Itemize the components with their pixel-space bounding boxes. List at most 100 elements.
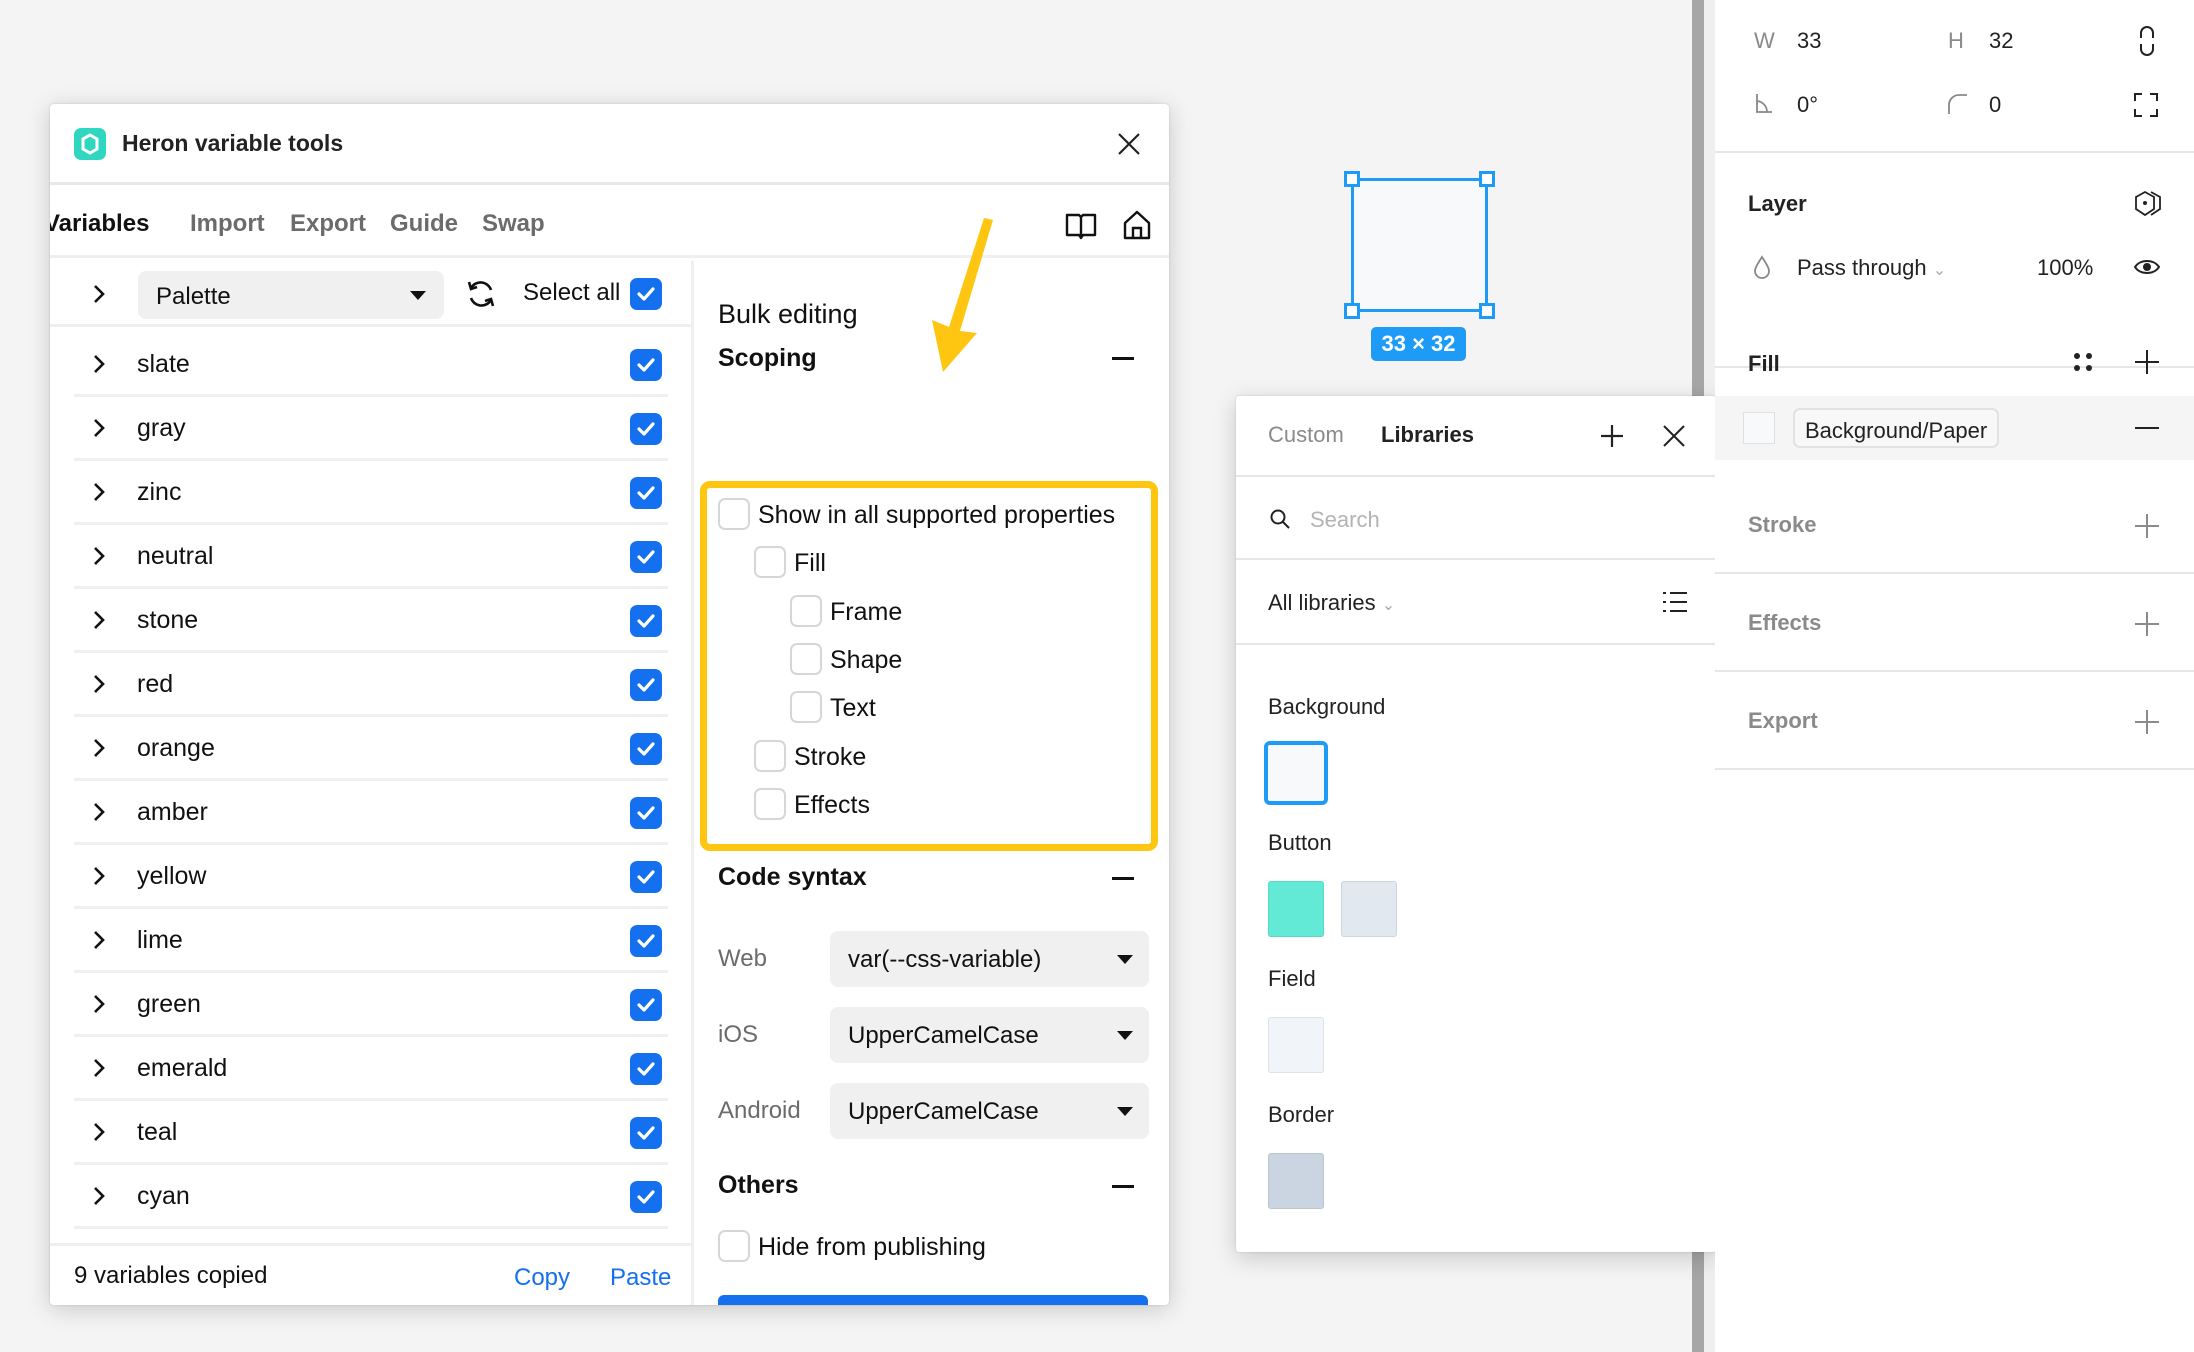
- scope-checkbox[interactable]: [790, 643, 822, 675]
- add-export-button[interactable]: [2135, 710, 2159, 734]
- web-syntax-select[interactable]: var(--css-variable): [830, 931, 1149, 987]
- style-library-dots-icon[interactable]: [2071, 350, 2095, 374]
- variable-group-row[interactable]: slate: [74, 333, 668, 397]
- chevron-right-icon[interactable]: [92, 801, 106, 823]
- paste-button[interactable]: Paste: [610, 1264, 671, 1292]
- chevron-right-icon[interactable]: [92, 737, 106, 759]
- scope-checkbox[interactable]: [790, 691, 822, 723]
- fill-row[interactable]: Background/Paper: [1715, 396, 2194, 460]
- selected-rectangle[interactable]: [1344, 171, 1495, 319]
- variable-group-row[interactable]: orange: [74, 717, 668, 781]
- variable-group-checkbox[interactable]: [630, 477, 662, 509]
- variable-group-checkbox[interactable]: [630, 797, 662, 829]
- chevron-right-icon[interactable]: [92, 993, 106, 1015]
- libraries-search-input[interactable]: [1310, 503, 1670, 537]
- variable-group-checkbox[interactable]: [630, 669, 662, 701]
- tab-guide[interactable]: Guide: [390, 210, 458, 238]
- scope-checkbox[interactable]: [718, 498, 750, 530]
- variable-group-row[interactable]: emerald: [74, 1037, 668, 1101]
- add-effect-button[interactable]: [2135, 612, 2159, 636]
- variable-group-checkbox[interactable]: [630, 989, 662, 1021]
- collapse-scoping-button[interactable]: [1112, 357, 1134, 360]
- layer-mask-icon[interactable]: [2133, 189, 2163, 219]
- chevron-right-icon[interactable]: [92, 353, 106, 375]
- color-style-swatch[interactable]: [1341, 881, 1397, 937]
- independent-corners-icon[interactable]: [2133, 92, 2159, 118]
- variable-group-checkbox[interactable]: [630, 861, 662, 893]
- variable-group-row[interactable]: cyan: [74, 1165, 668, 1229]
- variable-group-checkbox[interactable]: [630, 605, 662, 637]
- chevron-right-icon[interactable]: [92, 929, 106, 951]
- chevron-right-icon[interactable]: [92, 1121, 106, 1143]
- color-style-swatch[interactable]: [1268, 1153, 1324, 1209]
- resize-handle-bottom-left[interactable]: [1344, 303, 1360, 319]
- variable-group-checkbox[interactable]: [630, 413, 662, 445]
- variable-group-row[interactable]: teal: [74, 1101, 668, 1165]
- variable-group-checkbox[interactable]: [630, 1053, 662, 1085]
- fill-color-chip[interactable]: [1743, 412, 1775, 444]
- opacity-input[interactable]: 100%: [2037, 255, 2093, 281]
- eye-visibility-icon[interactable]: [2133, 257, 2161, 277]
- expand-all-chevron-icon[interactable]: [92, 283, 106, 305]
- chevron-right-icon[interactable]: [92, 1057, 106, 1079]
- variable-group-checkbox[interactable]: [630, 1117, 662, 1149]
- variable-group-row[interactable]: red: [74, 653, 668, 717]
- variable-groups-list[interactable]: slate gray zinc neutral stone red orange amber y…: [50, 330, 691, 1305]
- color-style-swatch[interactable]: [1264, 741, 1328, 805]
- variable-group-row[interactable]: neutral: [74, 525, 668, 589]
- constrain-proportions-link-icon[interactable]: [2137, 26, 2157, 56]
- variable-group-row[interactable]: zinc: [74, 461, 668, 525]
- collection-select[interactable]: Palette: [138, 271, 444, 319]
- color-style-swatch[interactable]: [1268, 881, 1324, 937]
- tab-libraries[interactable]: Libraries: [1381, 422, 1474, 448]
- chevron-right-icon[interactable]: [92, 673, 106, 695]
- variable-group-checkbox[interactable]: [630, 349, 662, 381]
- close-plugin-button[interactable]: [1113, 128, 1145, 160]
- scope-checkbox[interactable]: [754, 740, 786, 772]
- copy-button[interactable]: Copy: [514, 1264, 570, 1292]
- chevron-right-icon[interactable]: [92, 609, 106, 631]
- variable-group-checkbox[interactable]: [630, 1181, 662, 1213]
- variable-group-row[interactable]: stone: [74, 589, 668, 653]
- color-style-swatch[interactable]: [1268, 1017, 1324, 1073]
- height-input[interactable]: 32: [1989, 28, 2013, 54]
- tab-custom[interactable]: Custom: [1268, 422, 1344, 448]
- tab-export[interactable]: Export: [290, 210, 366, 238]
- chevron-right-icon[interactable]: [92, 865, 106, 887]
- add-stroke-button[interactable]: [2135, 514, 2159, 538]
- docs-book-icon[interactable]: [1064, 208, 1098, 242]
- hide-from-publishing-checkbox[interactable]: [718, 1230, 750, 1262]
- variable-group-row[interactable]: amber: [74, 781, 668, 845]
- resize-handle-top-left[interactable]: [1344, 171, 1360, 187]
- close-icon[interactable]: [1660, 422, 1688, 450]
- variable-group-row[interactable]: gray: [74, 397, 668, 461]
- chevron-right-icon[interactable]: [92, 481, 106, 503]
- variable-group-checkbox[interactable]: [630, 541, 662, 573]
- variable-group-row[interactable]: yellow: [74, 845, 668, 909]
- variable-group-checkbox[interactable]: [630, 925, 662, 957]
- blend-mode-select[interactable]: Pass through ⌄: [1797, 255, 1946, 281]
- chevron-right-icon[interactable]: [92, 545, 106, 567]
- add-fill-button[interactable]: [2135, 350, 2159, 374]
- variable-group-row[interactable]: green: [74, 973, 668, 1037]
- tab-swap[interactable]: Swap: [482, 210, 545, 238]
- scope-checkbox[interactable]: [790, 595, 822, 627]
- resize-handle-bottom-right[interactable]: [1479, 303, 1495, 319]
- collapse-code-syntax-button[interactable]: [1112, 877, 1134, 880]
- all-libraries-dropdown[interactable]: All libraries ⌄: [1268, 590, 1395, 616]
- android-syntax-select[interactable]: UpperCamelCase: [830, 1083, 1149, 1139]
- add-style-icon[interactable]: [1598, 422, 1626, 450]
- width-input[interactable]: 33: [1797, 28, 1821, 54]
- tab-variables[interactable]: Variables: [50, 210, 149, 238]
- variable-group-checkbox[interactable]: [630, 733, 662, 765]
- home-icon[interactable]: [1120, 208, 1154, 242]
- ios-syntax-select[interactable]: UpperCamelCase: [830, 1007, 1149, 1063]
- apply-button[interactable]: Apply (242): [718, 1295, 1148, 1305]
- refresh-icon[interactable]: [464, 277, 498, 311]
- variable-group-row[interactable]: lime: [74, 909, 668, 973]
- rotation-input[interactable]: 0°: [1797, 92, 1818, 118]
- collapse-others-button[interactable]: [1112, 1185, 1134, 1188]
- list-view-icon[interactable]: [1662, 590, 1688, 614]
- resize-handle-top-right[interactable]: [1479, 171, 1495, 187]
- scope-checkbox[interactable]: [754, 788, 786, 820]
